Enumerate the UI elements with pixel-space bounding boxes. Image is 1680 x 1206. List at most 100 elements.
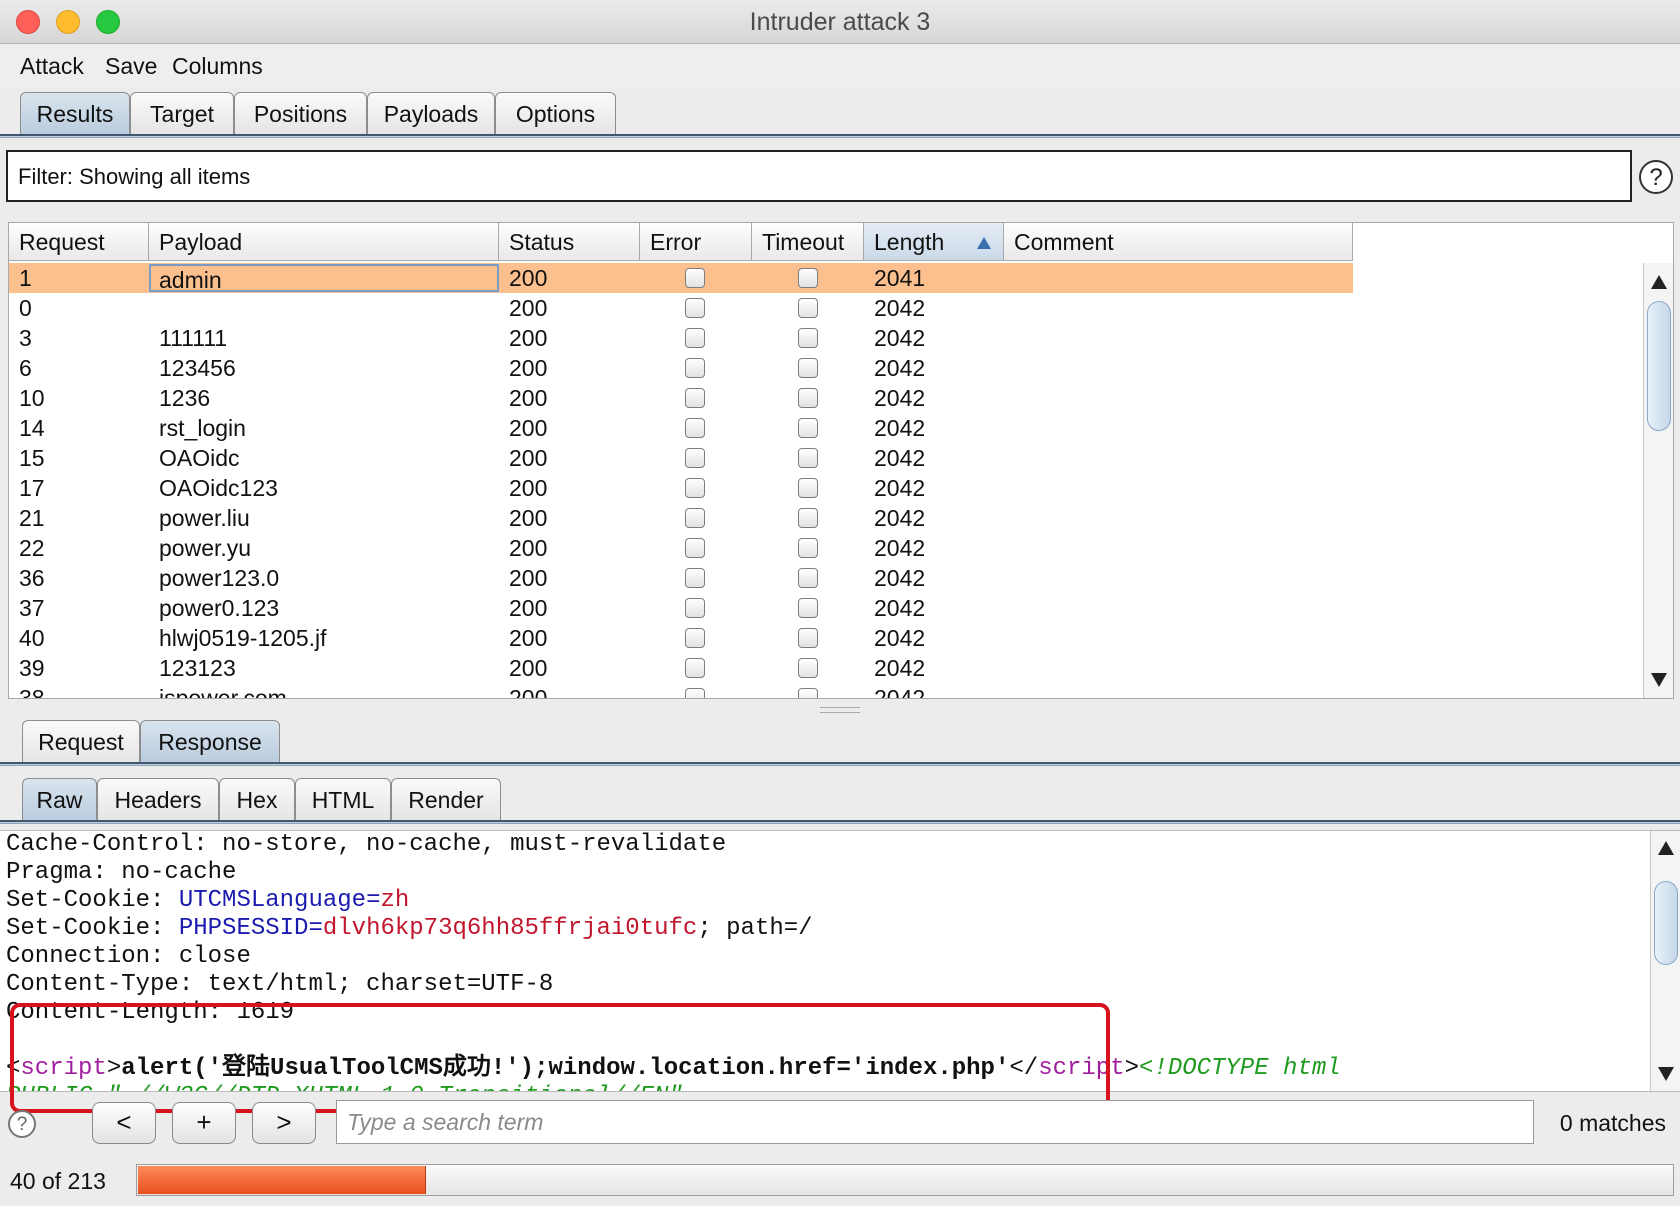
table-row[interactable]: 1 admin 200 2041 bbox=[9, 263, 1353, 293]
column-header-request[interactable]: Request bbox=[9, 223, 149, 261]
error-checkbox bbox=[685, 418, 705, 438]
tab-raw[interactable]: Raw bbox=[22, 778, 97, 822]
cell-payload: hlwj0519-1205.jf bbox=[159, 625, 327, 651]
error-checkbox bbox=[685, 658, 705, 678]
cell-status: 200 bbox=[509, 655, 548, 681]
column-header-status[interactable]: Status bbox=[499, 223, 640, 261]
tab-positions[interactable]: Positions bbox=[234, 92, 367, 136]
table-row[interactable]: 15 OAOidc 200 2042 bbox=[9, 443, 1353, 473]
column-header-timeout[interactable]: Timeout bbox=[752, 223, 864, 261]
error-checkbox bbox=[685, 298, 705, 318]
cell-request: 10 bbox=[19, 385, 45, 411]
tab-render[interactable]: Render bbox=[391, 778, 501, 822]
response-line: Set-Cookie: UTCMSLanguage=zh bbox=[6, 887, 409, 915]
menu-save[interactable]: Save bbox=[105, 53, 157, 80]
tab-target[interactable]: Target bbox=[130, 92, 234, 136]
cookie-equals: = bbox=[308, 915, 323, 942]
tab-response[interactable]: Response bbox=[140, 720, 280, 764]
table-row[interactable]: 38 ispower.com 200 2042 bbox=[9, 683, 1353, 698]
scroll-up-arrow-icon[interactable] bbox=[1658, 841, 1674, 855]
table-row[interactable]: 22 power.yu 200 2042 bbox=[9, 533, 1353, 563]
header-key: Set-Cookie: bbox=[6, 887, 179, 914]
tab-hex[interactable]: Hex bbox=[219, 778, 295, 822]
search-add-button[interactable]: + bbox=[172, 1102, 236, 1144]
scroll-up-arrow-icon[interactable] bbox=[1651, 275, 1667, 289]
error-checkbox bbox=[685, 358, 705, 378]
menu-columns[interactable]: Columns bbox=[172, 53, 263, 80]
table-row[interactable]: 21 power.liu 200 2042 bbox=[9, 503, 1353, 533]
table-row[interactable]: 36 power123.0 200 2042 bbox=[9, 563, 1353, 593]
response-line: Set-Cookie: PHPSESSID=dlvh6kp73q6hh85ffr… bbox=[6, 915, 813, 943]
cell-length: 2042 bbox=[874, 355, 926, 381]
menu-attack[interactable]: Attack bbox=[20, 53, 84, 80]
cell-status: 200 bbox=[509, 595, 548, 621]
tab-payloads[interactable]: Payloads bbox=[367, 92, 495, 136]
menu-bar: Attack Save Columns bbox=[0, 45, 1680, 87]
filter-label: Filter: Showing all items bbox=[18, 164, 251, 189]
cell-status: 200 bbox=[509, 325, 548, 351]
cell-length: 2042 bbox=[874, 565, 926, 591]
table-row[interactable]: 3 111111 200 2042 bbox=[9, 323, 1353, 353]
pane-splitter[interactable] bbox=[0, 702, 1680, 716]
cell-request: 1 bbox=[19, 265, 32, 291]
table-row[interactable]: 40 hlwj0519-1205.jf 200 2042 bbox=[9, 623, 1353, 653]
timeout-checkbox bbox=[798, 478, 818, 498]
timeout-checkbox bbox=[798, 328, 818, 348]
column-header-error[interactable]: Error bbox=[640, 223, 752, 261]
scroll-down-arrow-icon[interactable] bbox=[1658, 1067, 1674, 1081]
main-tabs: Results Target Positions Payloads Option… bbox=[0, 92, 1680, 138]
search-input[interactable]: Type a search term bbox=[336, 1100, 1534, 1144]
table-row[interactable]: 0 200 2042 bbox=[9, 293, 1353, 323]
cell-payload: OAOidc123 bbox=[159, 475, 278, 501]
cell-request: 39 bbox=[19, 655, 45, 681]
column-header-payload[interactable]: Payload bbox=[149, 223, 499, 261]
cell-status: 200 bbox=[509, 295, 548, 321]
column-header-length[interactable]: Length bbox=[864, 223, 1004, 261]
filter-bar[interactable]: Filter: Showing all items bbox=[6, 150, 1632, 202]
filter-help-icon[interactable]: ? bbox=[1639, 160, 1673, 194]
cell-payload: 1236 bbox=[159, 385, 211, 411]
table-row[interactable]: 14 rst_login 200 2042 bbox=[9, 413, 1353, 443]
cell-length: 2041 bbox=[874, 265, 926, 291]
results-table: Request Payload Status Error Timeout Len… bbox=[8, 222, 1674, 699]
error-checkbox bbox=[685, 448, 705, 468]
tab-html[interactable]: HTML bbox=[295, 778, 391, 822]
response-line: Cache-Control: no-store, no-cache, must-… bbox=[6, 831, 727, 858]
tab-request[interactable]: Request bbox=[22, 720, 140, 764]
cell-request: 40 bbox=[19, 625, 45, 651]
cookie-name: UTCMSLanguage bbox=[178, 887, 367, 914]
response-line: Pragma: no-cache bbox=[6, 859, 237, 886]
table-scroll-thumb[interactable] bbox=[1647, 301, 1671, 431]
tag-bracket: > bbox=[1124, 1055, 1140, 1082]
table-row[interactable]: 6 123456 200 2042 bbox=[9, 353, 1353, 383]
cookie-value: dlvh6kp73q6hh85ffrjai0tufc bbox=[322, 915, 698, 942]
error-checkbox bbox=[685, 568, 705, 588]
cell-status: 200 bbox=[509, 415, 548, 441]
search-previous-button[interactable]: < bbox=[92, 1102, 156, 1144]
search-next-button[interactable]: > bbox=[252, 1102, 316, 1144]
table-row[interactable]: 39 123123 200 2042 bbox=[9, 653, 1353, 683]
response-scrollbar[interactable] bbox=[1650, 831, 1680, 1091]
cell-status: 200 bbox=[509, 625, 548, 651]
response-scroll-thumb[interactable] bbox=[1654, 881, 1678, 965]
tab-results[interactable]: Results bbox=[20, 92, 130, 136]
search-matches-count: 0 matches bbox=[1559, 1110, 1666, 1136]
tab-headers[interactable]: Headers bbox=[97, 778, 219, 822]
progress-bar-fill bbox=[138, 1166, 426, 1194]
response-line: Content-Type: text/html; charset=UTF-8 bbox=[6, 971, 554, 998]
column-header-comment[interactable]: Comment bbox=[1004, 223, 1353, 261]
cell-length: 2042 bbox=[874, 475, 926, 501]
cell-payload: power0.123 bbox=[159, 595, 280, 621]
table-row[interactable]: 37 power0.123 200 2042 bbox=[9, 593, 1353, 623]
timeout-checkbox bbox=[798, 538, 818, 558]
tab-options[interactable]: Options bbox=[495, 92, 616, 136]
search-help-icon[interactable]: ? bbox=[8, 1110, 36, 1138]
cell-length: 2042 bbox=[874, 595, 926, 621]
error-checkbox bbox=[685, 388, 705, 408]
table-scrollbar[interactable] bbox=[1643, 263, 1673, 698]
timeout-checkbox bbox=[798, 448, 818, 468]
table-row[interactable]: 17 OAOidc123 200 2042 bbox=[9, 473, 1353, 503]
scroll-down-arrow-icon[interactable] bbox=[1651, 673, 1667, 687]
table-row[interactable]: 10 1236 200 2042 bbox=[9, 383, 1353, 413]
cell-payload: power123.0 bbox=[159, 565, 280, 591]
